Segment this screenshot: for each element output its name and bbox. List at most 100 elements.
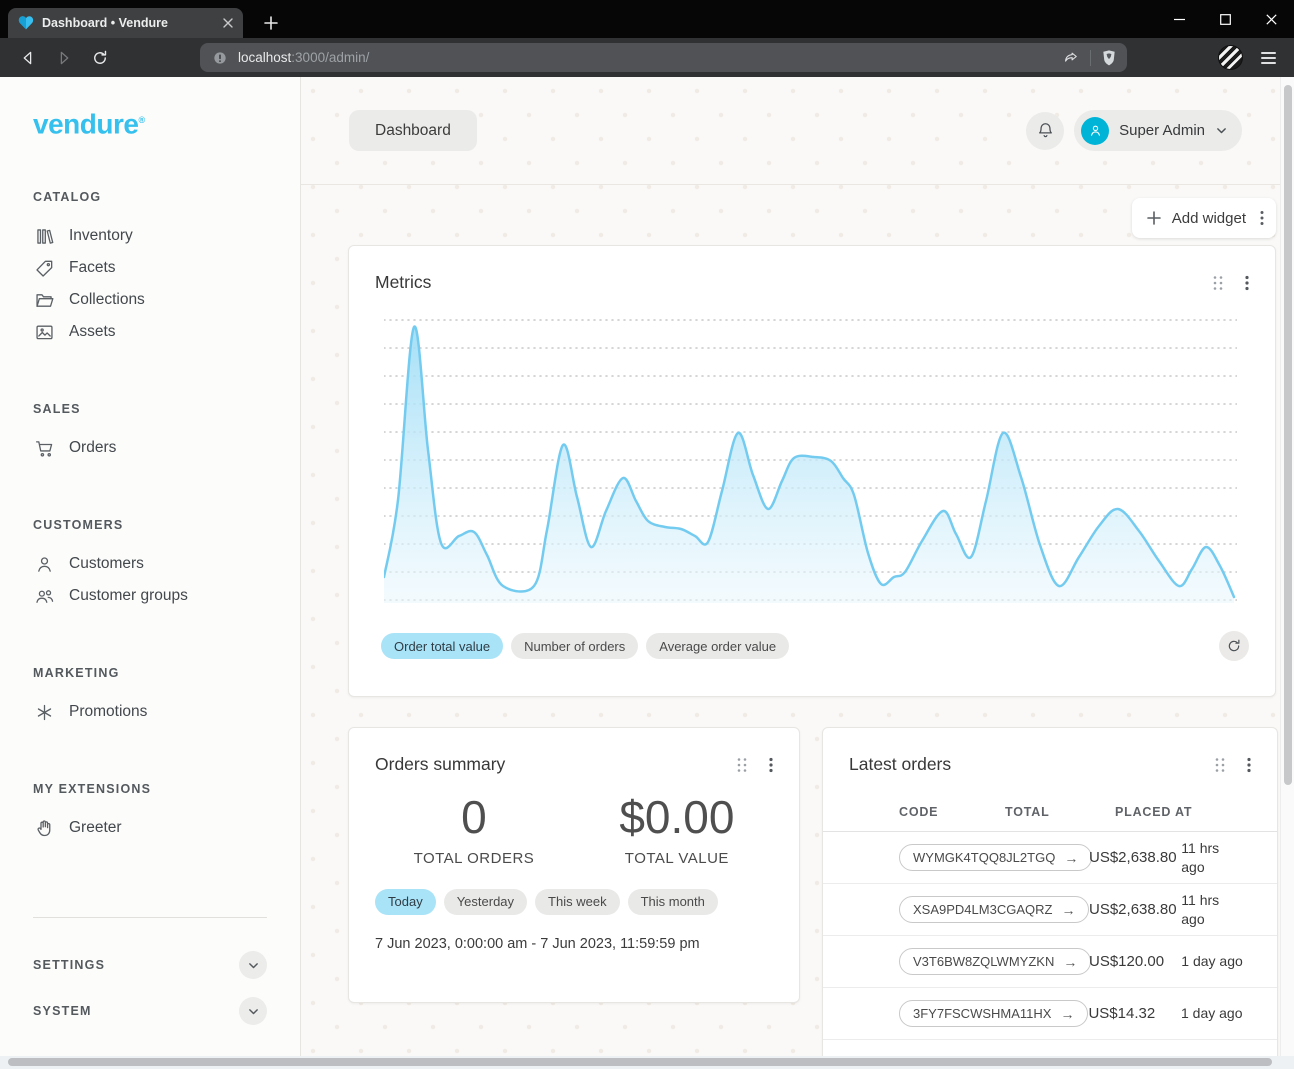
sidebar-nav: CATALOG Inventory F [33, 190, 267, 898]
widget-title: Latest orders [849, 754, 951, 775]
tab-close-icon[interactable] [223, 18, 233, 28]
site-info-icon[interactable] [212, 50, 228, 66]
sidebar-collapsed-section[interactable]: SYSTEM [33, 988, 267, 1034]
widget-title: Metrics [375, 272, 431, 293]
metric-series-tab[interactable]: Order total value [381, 633, 503, 659]
vendure-favicon-icon [18, 16, 34, 30]
date-range-text: 7 Jun 2023, 0:00:00 am - 7 Jun 2023, 11:… [375, 936, 773, 952]
order-total: US$120.00 [1089, 953, 1181, 970]
user-menu[interactable]: Super Admin [1074, 110, 1242, 151]
add-widget-button[interactable]: Add widget [1132, 198, 1276, 238]
bell-icon [1036, 121, 1055, 140]
sidebar-nav-item[interactable]: Assets [33, 316, 267, 348]
order-code-link[interactable]: V3T6BW8ZQLWMYZKN → [899, 948, 1091, 975]
metric-series-tab[interactable]: Average order value [646, 633, 789, 659]
widget-menu-icon[interactable] [1247, 757, 1251, 773]
user-avatar-icon [1081, 117, 1109, 145]
sidebar-nav-item[interactable]: Collections [33, 284, 267, 316]
sidebar: vendure® CATALOG Inventory [0, 77, 301, 1056]
order-code-link[interactable]: 3FY7FSCWSHMA11HX → [899, 1000, 1088, 1027]
nav-section: SALES Orders [33, 402, 267, 464]
arrow-right-icon: → [1060, 1006, 1074, 1022]
browser-titlebar: Dashboard • Vendure [0, 0, 1294, 38]
sidebar-nav-item[interactable]: Customer groups [33, 580, 267, 612]
nav-section: CATALOG Inventory F [33, 190, 267, 348]
reload-button[interactable] [86, 44, 114, 72]
chevron-down-icon[interactable] [239, 951, 267, 979]
table-column-header: PLACED AT [1115, 805, 1192, 819]
customer-groups-icon [33, 585, 55, 607]
browser-tab[interactable]: Dashboard • Vendure [8, 8, 243, 38]
chevron-down-icon[interactable] [239, 997, 267, 1025]
nav-section: MARKETING Promotions [33, 666, 267, 728]
order-total: US$2,638.80 [1089, 849, 1181, 866]
vertical-scrollbar[interactable] [1280, 77, 1294, 1056]
browser-toolbar: localhost:3000/admin/ [0, 38, 1294, 77]
sidebar-nav-item[interactable]: Orders [33, 432, 267, 464]
stat-label: TOTAL VALUE [619, 850, 734, 867]
orders-summary-widget: Orders summary 0 TOTAL ORDERS [348, 727, 800, 1003]
forward-button[interactable] [50, 44, 78, 72]
browser-window: Dashboard • Vendure [0, 0, 1294, 1069]
page-title[interactable]: Dashboard [349, 110, 477, 151]
order-code-link[interactable]: WYMGK4TQQ8JL2TGQ → [899, 844, 1092, 871]
collections-icon [33, 289, 55, 311]
refresh-icon [1226, 638, 1242, 654]
horizontal-scrollbar[interactable] [0, 1056, 1294, 1069]
order-row: XSA9PD4LM3CGAQRZ → US$2,638.80 11 hrs ag… [823, 884, 1277, 936]
arrow-right-icon: → [1063, 954, 1077, 970]
date-filter-tab[interactable]: Yesterday [444, 889, 527, 915]
notifications-button[interactable] [1026, 112, 1064, 150]
widget-menu-icon[interactable] [1245, 275, 1249, 291]
order-row: WYMGK4TQQ8JL2TGQ → US$2,638.80 11 hrs ag… [823, 832, 1277, 884]
window-maximize-button[interactable] [1202, 0, 1248, 38]
stat-value: 0 [414, 791, 535, 844]
date-filter-tab[interactable]: This month [628, 889, 718, 915]
sidebar-nav-item[interactable]: Customers [33, 548, 267, 580]
order-total: US$14.32 [1088, 1005, 1181, 1022]
order-placed-at: 11 hrs ago [1181, 839, 1277, 875]
add-widget-menu-icon[interactable] [1260, 210, 1264, 226]
horizontal-scrollbar-thumb[interactable] [8, 1058, 1272, 1066]
facets-icon [33, 257, 55, 279]
widget-menu-icon[interactable] [769, 757, 773, 773]
widget-title: Orders summary [375, 754, 505, 775]
nav-section: MY EXTENSIONS Greeter [33, 782, 267, 844]
metric-series-tab[interactable]: Number of orders [511, 633, 638, 659]
sidebar-divider [33, 917, 267, 918]
table-column-header: TOTAL [1005, 805, 1115, 819]
share-icon[interactable] [1062, 49, 1080, 67]
browser-profile-avatar[interactable] [1218, 45, 1243, 70]
nav-section-label: CATALOG [33, 190, 267, 204]
order-code-link[interactable]: XSA9PD4LM3CGAQRZ → [899, 896, 1089, 923]
order-placed-at: 11 hrs ago [1181, 891, 1277, 927]
date-filter-tab[interactable]: This week [535, 889, 620, 915]
date-filter-tab[interactable]: Today [375, 889, 436, 915]
new-tab-button[interactable] [257, 9, 285, 37]
browser-menu-icon[interactable] [1257, 48, 1280, 68]
drag-handle-icon[interactable] [737, 757, 747, 773]
address-bar[interactable]: localhost:3000/admin/ [200, 43, 1127, 72]
sidebar-nav-item[interactable]: Facets [33, 252, 267, 284]
sidebar-nav-item[interactable]: Inventory [33, 220, 267, 252]
stat-value: $0.00 [619, 791, 734, 844]
brave-shield-icon[interactable] [1101, 49, 1117, 67]
order-row: 3FY7FSCWSHMA11HX → US$14.32 1 day ago [823, 988, 1277, 1040]
refresh-button[interactable] [1219, 631, 1249, 661]
sidebar-nav-item[interactable]: Promotions [33, 696, 267, 728]
window-minimize-button[interactable] [1156, 0, 1202, 38]
drag-handle-icon[interactable] [1215, 757, 1225, 773]
drag-handle-icon[interactable] [1213, 275, 1223, 291]
vertical-scrollbar-thumb[interactable] [1284, 85, 1292, 785]
promotions-icon [33, 701, 55, 723]
sidebar-nav-item[interactable]: Greeter [33, 812, 267, 844]
vendure-logo[interactable]: vendure® [33, 103, 267, 141]
assets-icon [33, 321, 55, 343]
nav-section-label: MY EXTENSIONS [33, 782, 267, 796]
url-text: localhost:3000/admin/ [238, 50, 369, 65]
order-placed-at: 1 day ago [1181, 1004, 1277, 1022]
window-close-button[interactable] [1248, 0, 1294, 38]
tab-title: Dashboard • Vendure [42, 16, 215, 30]
back-button[interactable] [14, 44, 42, 72]
sidebar-collapsed-section[interactable]: SETTINGS [33, 942, 267, 988]
